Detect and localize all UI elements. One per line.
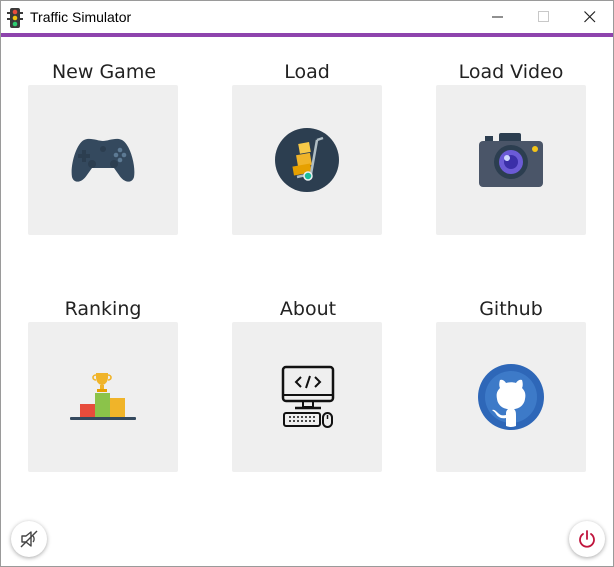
ranking-button[interactable] xyxy=(28,322,178,472)
about-button[interactable] xyxy=(232,322,382,472)
traffic-light-icon xyxy=(7,8,23,28)
new-game-button[interactable] xyxy=(28,85,178,235)
close-button[interactable] xyxy=(567,1,613,33)
close-icon xyxy=(584,11,596,23)
podium-trophy-icon xyxy=(70,373,136,420)
load-button[interactable] xyxy=(232,85,382,235)
power-button[interactable] xyxy=(569,521,605,557)
minimize-button[interactable] xyxy=(475,1,521,33)
load-video-label: Load Video xyxy=(458,61,564,83)
new-game-label: New Game xyxy=(51,61,157,83)
load-video-button[interactable] xyxy=(436,85,586,235)
github-icon xyxy=(478,364,544,430)
app-window: Traffic Simulator New Game Load Load Vid… xyxy=(0,0,614,567)
maximize-button[interactable] xyxy=(521,1,567,33)
about-label: About xyxy=(279,298,337,320)
github-button[interactable] xyxy=(436,322,586,472)
camera-icon xyxy=(479,133,543,187)
speaker-muted-icon xyxy=(20,530,38,548)
title-accent-bar xyxy=(1,33,613,37)
load-label: Load xyxy=(284,61,330,83)
maximize-icon xyxy=(538,11,549,22)
ranking-label: Ranking xyxy=(64,298,142,320)
power-icon xyxy=(579,530,595,548)
computer-code-icon xyxy=(281,365,335,428)
hand-truck-boxes-icon xyxy=(275,128,339,192)
github-label: Github xyxy=(479,298,543,320)
mute-button[interactable] xyxy=(11,521,47,557)
window-title: Traffic Simulator xyxy=(30,9,132,25)
minimize-icon xyxy=(492,16,503,18)
gamepad-icon xyxy=(71,138,135,182)
title-bar[interactable]: Traffic Simulator xyxy=(1,1,613,33)
